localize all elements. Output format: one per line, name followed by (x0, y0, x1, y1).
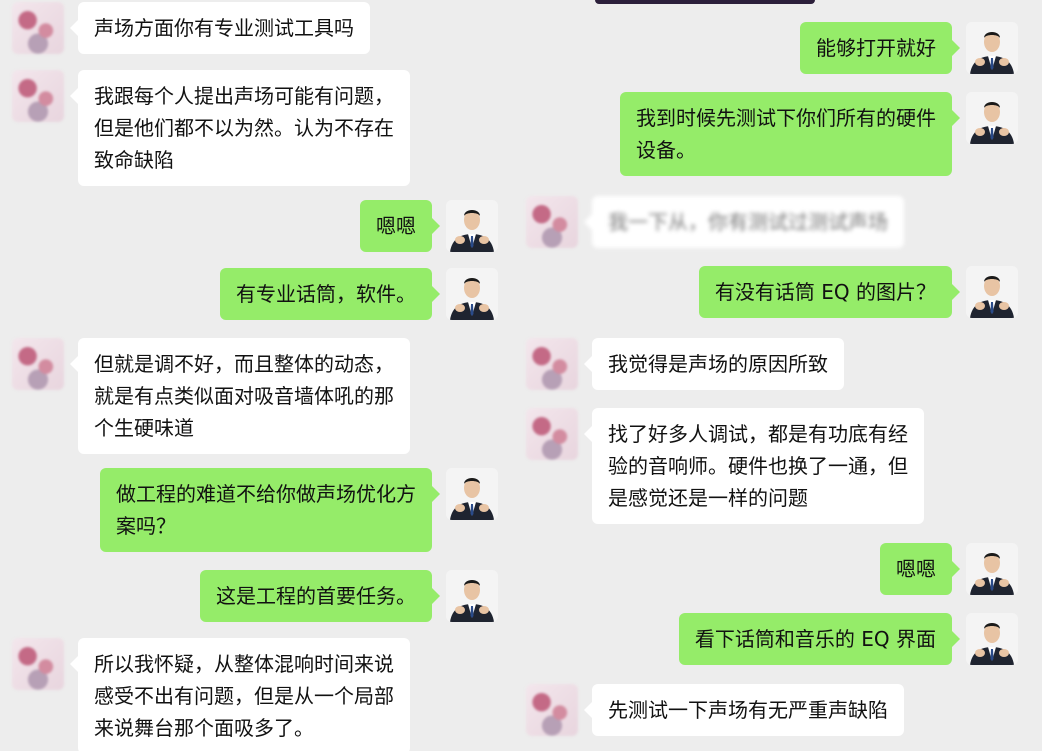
avatar-person-icon (966, 543, 1018, 595)
message-row-me: 有没有话筒 EQ 的图片？ (698, 266, 1018, 318)
avatar-person-icon (446, 200, 498, 252)
message-row-me: 嗯嗯 (360, 200, 498, 252)
avatar-me[interactable] (446, 468, 498, 520)
avatar-person-icon (966, 22, 1018, 74)
message-row-other: 所以我怀疑，从整体混响时间来说 感受不出有问题，但是从一个局部 来说舞台那个面吸… (12, 638, 410, 751)
message-row-me: 这是工程的首要任务。 (200, 570, 498, 622)
avatar-me[interactable] (966, 92, 1018, 144)
avatar-other[interactable] (526, 684, 578, 736)
message-row-me: 我到时候先测试下你们所有的硬件 设备。 (620, 92, 1018, 176)
avatar-person-icon (966, 92, 1018, 144)
message-bubble-outgoing[interactable]: 有没有话筒 EQ 的图片？ (698, 266, 961, 318)
message-row-other: 我跟每个人提出声场可能有问题， 但是他们都不以为然。认为不存在 致命缺陷 (12, 70, 410, 186)
message-bubble-outgoing[interactable]: 我到时候先测试下你们所有的硬件 设备。 (620, 92, 960, 176)
avatar-other[interactable] (12, 70, 64, 122)
message-bubble-outgoing[interactable]: 这是工程的首要任务。 (200, 570, 440, 622)
avatar-person-icon (446, 570, 498, 622)
avatar-me[interactable] (966, 22, 1018, 74)
message-bubble-outgoing[interactable]: 嗯嗯 (880, 543, 960, 595)
message-row-me: 嗯嗯 (880, 543, 1018, 595)
avatar-other[interactable] (12, 2, 64, 54)
message-row-other: 先测试一下声场有无严重声缺陷 (526, 684, 904, 736)
message-bubble-outgoing[interactable]: 能够打开就好 (800, 22, 960, 74)
message-row-me: 看下话筒和音乐的 EQ 界面 (678, 613, 1018, 665)
message-row-other: 但就是调不好，而且整体的动态， 就是有点类似面对吸音墙体吼的那 个生硬味道 (12, 338, 410, 454)
message-bubble-incoming[interactable]: 我跟每个人提出声场可能有问题， 但是他们都不以为然。认为不存在 致命缺陷 (70, 70, 410, 186)
avatar-other[interactable] (526, 196, 578, 248)
message-bubble-incoming[interactable]: 声场方面你有专业测试工具吗 (70, 2, 370, 54)
avatar-me[interactable] (966, 613, 1018, 665)
avatar-me[interactable] (966, 543, 1018, 595)
avatar-other[interactable] (12, 338, 64, 390)
message-row-me: 做工程的难道不给你做声场优化方 案吗？ (100, 468, 498, 552)
message-bubble-incoming[interactable]: 但就是调不好，而且整体的动态， 就是有点类似面对吸音墙体吼的那 个生硬味道 (70, 338, 410, 454)
message-bubble-incoming[interactable]: 找了好多人调试，都是有功底有经 验的音响师。硬件也换了一通，但 是感觉还是一样的… (584, 408, 924, 524)
message-bubble-incoming-redacted[interactable]: 我一下从，你有测试过测试声场 (584, 196, 904, 248)
avatar-me[interactable] (446, 268, 498, 320)
avatar-person-icon (446, 468, 498, 520)
avatar-person-icon (446, 268, 498, 320)
message-row-other: 我一下从，你有测试过测试声场 (526, 196, 904, 248)
message-row-other: 声场方面你有专业测试工具吗 (12, 2, 370, 54)
avatar-person-icon (966, 613, 1018, 665)
avatar-other[interactable] (526, 408, 578, 460)
message-row-other: 我觉得是声场的原因所致 (526, 338, 844, 390)
chat-column-left: 声场方面你有专业测试工具吗 我跟每个人提出声场可能有问题， 但是他们都不以为然。… (0, 0, 510, 751)
message-row-me: 有专业话筒，软件。 (220, 268, 498, 320)
avatar-me[interactable] (446, 570, 498, 622)
avatar-other[interactable] (526, 338, 578, 390)
avatar-other[interactable] (12, 638, 64, 690)
avatar-person-icon (966, 266, 1018, 318)
avatar-me[interactable] (966, 266, 1018, 318)
message-bubble-outgoing[interactable]: 看下话筒和音乐的 EQ 界面 (678, 613, 961, 665)
message-bubble-incoming[interactable]: 先测试一下声场有无严重声缺陷 (584, 684, 904, 736)
message-row-other: 找了好多人调试，都是有功底有经 验的音响师。硬件也换了一通，但 是感觉还是一样的… (526, 408, 924, 524)
chat-column-right: 能够打开就好 我到时候先测试下你们所有的硬件 设备。 我一下从，你有测试过测试声… (520, 0, 1030, 751)
message-row-me: 能够打开就好 (800, 22, 1018, 74)
image-message-thumbnail[interactable] (595, 0, 815, 4)
message-bubble-incoming[interactable]: 所以我怀疑，从整体混响时间来说 感受不出有问题，但是从一个局部 来说舞台那个面吸… (70, 638, 410, 751)
avatar-me[interactable] (446, 200, 498, 252)
message-bubble-outgoing[interactable]: 做工程的难道不给你做声场优化方 案吗？ (100, 468, 440, 552)
message-bubble-incoming[interactable]: 我觉得是声场的原因所致 (584, 338, 844, 390)
message-bubble-outgoing[interactable]: 嗯嗯 (360, 200, 440, 252)
message-bubble-outgoing[interactable]: 有专业话筒，软件。 (220, 268, 440, 320)
